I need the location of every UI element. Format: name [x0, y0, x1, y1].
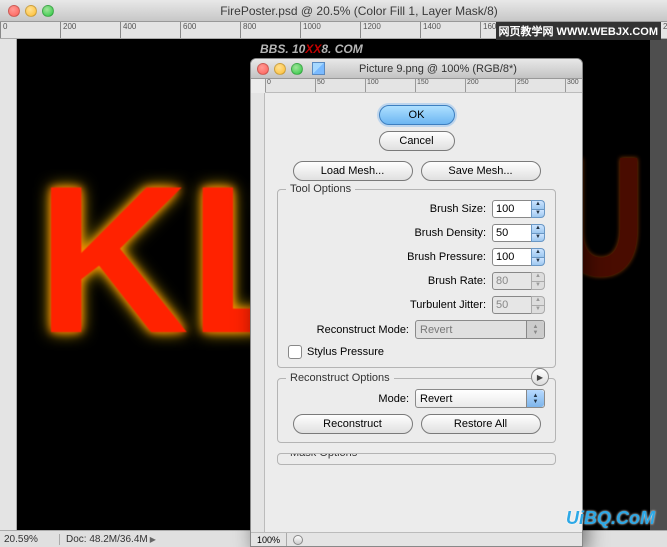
mode-label: Mode: — [288, 393, 415, 405]
tool-options-group: Tool Options Brush Size: ▲▼ Brush Densit… — [277, 189, 556, 368]
zoom-icon[interactable] — [291, 63, 303, 75]
mask-options-group: Mask Options — [277, 453, 556, 465]
zoom-icon[interactable] — [42, 5, 54, 17]
reconstruct-mode-select: Revert▲▼ — [415, 320, 545, 339]
watermark-top-right: 网页教学网 WWW.WEBJX.COM — [496, 22, 662, 40]
brush-pressure-label: Brush Pressure: — [288, 251, 492, 263]
restore-all-button[interactable]: Restore All — [421, 414, 541, 434]
dialog-ruler-vertical — [251, 93, 265, 532]
close-icon[interactable] — [8, 5, 20, 17]
brush-pressure-input[interactable] — [492, 248, 532, 266]
brush-density-stepper[interactable]: ▲▼ — [531, 224, 545, 242]
chevron-updown-icon[interactable]: ▲▼ — [526, 390, 544, 407]
brush-size-input[interactable] — [492, 200, 532, 218]
zoom-level[interactable]: 20.59% — [0, 534, 60, 545]
disc-icon — [293, 535, 303, 545]
dialog-title: Picture 9.png @ 100% (RGB/8*) — [330, 63, 546, 75]
document-title: FirePoster.psd @ 20.5% (Color Fill 1, La… — [59, 4, 659, 18]
document-icon — [312, 62, 325, 75]
minimize-icon[interactable] — [274, 63, 286, 75]
brush-rate-input — [492, 272, 532, 290]
dialog-footer: 100% — [251, 532, 582, 546]
brush-rate-label: Brush Rate: — [288, 275, 492, 287]
ruler-vertical — [0, 39, 17, 530]
minimize-icon[interactable] — [25, 5, 37, 17]
brush-pressure-stepper[interactable]: ▲▼ — [531, 248, 545, 266]
watermark-bbs: BBS. 10XX8. COM — [260, 42, 363, 56]
reconstruct-options-legend: Reconstruct Options — [286, 372, 394, 384]
dialog-zoom[interactable]: 100% — [257, 535, 280, 545]
brush-density-label: Brush Density: — [288, 227, 492, 239]
main-titlebar: FirePoster.psd @ 20.5% (Color Fill 1, La… — [0, 0, 667, 22]
play-icon[interactable]: ▶ — [531, 368, 549, 386]
close-icon[interactable] — [257, 63, 269, 75]
stylus-pressure-checkbox[interactable] — [288, 345, 302, 359]
brush-rate-stepper: ▲▼ — [531, 272, 545, 290]
save-mesh-button[interactable]: Save Mesh... — [421, 161, 541, 181]
dialog-ruler-horizontal: 050100150200250300 — [265, 79, 582, 93]
cancel-button[interactable]: Cancel — [379, 131, 455, 151]
turbulent-jitter-input — [492, 296, 532, 314]
stylus-pressure-label: Stylus Pressure — [307, 346, 384, 358]
chevron-updown-icon: ▲▼ — [526, 321, 544, 338]
reconstruct-mode-label: Reconstruct Mode: — [288, 324, 415, 336]
turbulent-jitter-label: Turbulent Jitter: — [288, 299, 492, 311]
mask-options-legend: Mask Options — [286, 453, 361, 459]
doc-info: Doc: 48.2M/36.4M▶ — [60, 534, 156, 545]
liquify-dialog: Picture 9.png @ 100% (RGB/8*) 0501001502… — [250, 58, 583, 547]
dialog-titlebar[interactable]: Picture 9.png @ 100% (RGB/8*) — [251, 59, 582, 79]
ok-button[interactable]: OK — [379, 105, 455, 125]
brush-size-label: Brush Size: — [288, 203, 492, 215]
dialog-body: OK Cancel Load Mesh... Save Mesh... Tool… — [265, 93, 568, 532]
reconstruct-button[interactable]: Reconstruct — [293, 414, 413, 434]
mode-select[interactable]: Revert▲▼ — [415, 389, 545, 408]
load-mesh-button[interactable]: Load Mesh... — [293, 161, 413, 181]
brush-size-stepper[interactable]: ▲▼ — [531, 200, 545, 218]
reconstruct-options-group: Reconstruct Options ▶ Mode: Revert▲▼ Rec… — [277, 378, 556, 443]
watermark-bottom-right: UiBQ.CoM — [566, 508, 655, 529]
tool-options-legend: Tool Options — [286, 183, 355, 195]
turbulent-jitter-stepper: ▲▼ — [531, 296, 545, 314]
brush-density-input[interactable] — [492, 224, 532, 242]
